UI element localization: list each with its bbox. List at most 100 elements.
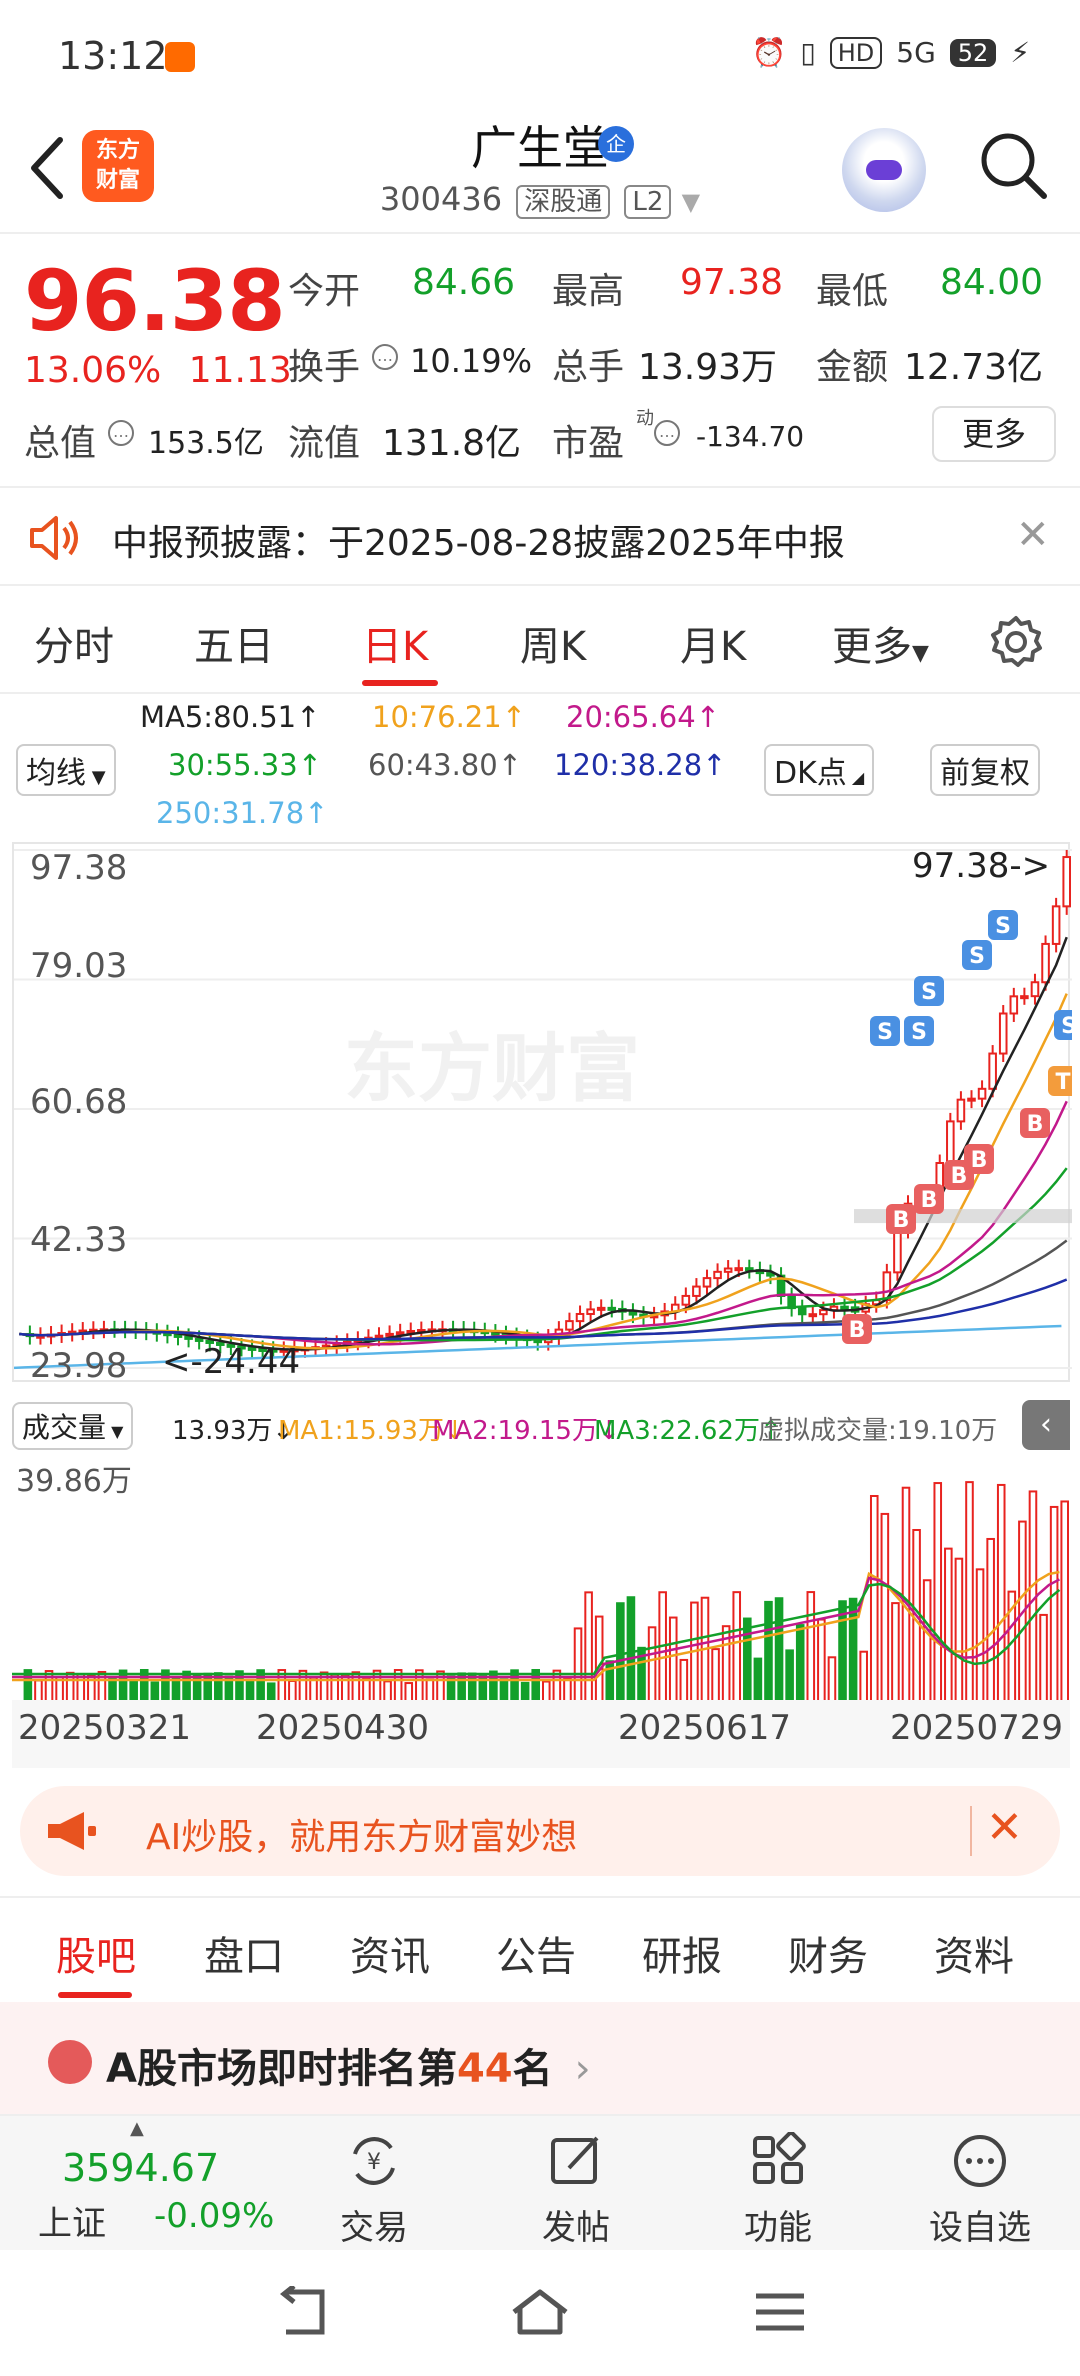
volume-bar	[933, 1482, 943, 1702]
banner-divider	[970, 1806, 972, 1856]
low-value: 84.00	[940, 262, 1044, 303]
candle	[797, 1307, 807, 1316]
volume-canvas	[12, 1481, 1070, 1702]
candle	[713, 1270, 722, 1280]
adjust-selector[interactable]: 前复权	[930, 744, 1040, 796]
volume-bar	[330, 1673, 339, 1702]
active-tab-indicator	[58, 1992, 132, 1998]
grid-icon	[753, 2131, 806, 2184]
close-icon[interactable]: ✕	[986, 1802, 1023, 1853]
tab-news[interactable]: 资讯	[350, 1924, 430, 1982]
hd-icon: HD	[829, 36, 883, 69]
nav-post[interactable]: 发帖	[506, 2132, 646, 2249]
rank-bar[interactable]: A股市场即时排名第44名 ›	[0, 2002, 1080, 2114]
index-change[interactable]: -0.09%	[154, 2196, 274, 2236]
candle	[808, 1313, 818, 1318]
volume-chart[interactable]: 39.86万	[12, 1452, 1070, 1702]
tab-daily-k[interactable]: 日K	[362, 614, 428, 672]
collapse-chevron-icon[interactable]: ‹	[1022, 1400, 1070, 1450]
tab-five-day[interactable]: 五日	[194, 614, 274, 672]
volume-bar	[108, 1677, 117, 1702]
candle	[681, 1294, 691, 1306]
info-icon[interactable]: …	[108, 420, 134, 446]
candle	[819, 1309, 828, 1316]
nav-trade[interactable]: ¥ 交易	[304, 2132, 444, 2249]
info-icon[interactable]: …	[654, 420, 680, 446]
volume-bar	[647, 1626, 657, 1702]
nav-add-watchlist[interactable]: 设自选	[910, 2132, 1050, 2249]
more-button[interactable]: 更多	[932, 406, 1056, 462]
search-button[interactable]	[974, 126, 1054, 206]
market-tag: 深股通	[516, 185, 611, 219]
nav-functions[interactable]: 功能	[708, 2131, 848, 2249]
tab-pankou[interactable]: 盘口	[204, 1924, 284, 1982]
volume-bar	[383, 1680, 392, 1702]
volume-bar	[1060, 1500, 1070, 1702]
sell-signal-text: S	[911, 1020, 927, 1045]
corner-caret-icon: ◢	[846, 768, 865, 787]
system-home-icon[interactable]	[508, 2286, 572, 2338]
close-icon[interactable]: ✕	[1016, 512, 1050, 558]
amount-label: 金额	[816, 347, 889, 388]
ma250-value: 250:31.78↑	[156, 796, 329, 830]
volume-bar	[922, 1579, 932, 1702]
candle	[977, 1087, 987, 1100]
tabs-divider	[0, 692, 1080, 694]
tab-weekly-k[interactable]: 周K	[520, 614, 586, 672]
notification-app-icon	[165, 42, 195, 72]
active-tab-indicator	[362, 680, 438, 686]
header-divider	[0, 232, 1080, 234]
candle	[692, 1285, 701, 1297]
volume-indicator-selector[interactable]: 成交量 ▼	[12, 1402, 134, 1450]
tab-guba[interactable]: 股吧	[56, 1924, 136, 1982]
volume-header: 成交量 ▼ 13.93万↓ MA1:15.93万↓ MA2:19.15万↓ MA…	[12, 1398, 1070, 1454]
candle	[998, 1012, 1008, 1055]
sell-signal-text: S	[969, 944, 985, 969]
tab-monthly-k[interactable]: 月K	[680, 614, 746, 672]
system-menu-icon[interactable]	[752, 2290, 808, 2334]
index-name[interactable]: 上证	[38, 2196, 106, 2245]
tab-intraday[interactable]: 分时	[34, 614, 114, 672]
candle	[1020, 995, 1029, 1000]
candle	[385, 1332, 394, 1337]
index-value[interactable]: 3594.67	[62, 2146, 219, 2190]
dk-label: DK点	[774, 756, 847, 791]
buy-signal-text: B	[893, 1208, 910, 1233]
edit-icon	[551, 2136, 599, 2184]
gear-icon[interactable]	[988, 614, 1044, 670]
ai-banner[interactable]: AI炒股，就用东方财富妙想 ✕	[20, 1786, 1060, 1876]
system-back-icon[interactable]	[272, 2286, 328, 2338]
turnover-value: 10.19%	[410, 342, 533, 380]
change-amount: 11.13	[188, 350, 292, 391]
date-label-2: 20250430	[256, 1708, 430, 1748]
volume-selector-label: 成交量	[22, 1411, 107, 1444]
status-bar: 13:12 ⏰ ▯ HD 5G 52 ⚡	[0, 0, 1080, 110]
candle	[1051, 905, 1061, 945]
volume-bar	[848, 1597, 858, 1702]
kline-chart[interactable]: 东方财富 SSSSSSBBBBBBT 97.38 79.03 60.68 42.…	[12, 842, 1072, 1386]
dk-point-selector[interactable]: DK点 ◢	[764, 744, 875, 796]
ma-line	[19, 936, 1068, 1351]
tab-finance[interactable]: 财务	[788, 1924, 868, 1982]
high-marker: 97.38->	[912, 846, 1051, 886]
buy-signal-text: B	[921, 1188, 938, 1213]
volume-bar	[743, 1617, 752, 1702]
notice-bar[interactable]: 中报预披露：于2025-08-28披露2025年中报 ✕	[0, 486, 1080, 586]
tab-research[interactable]: 研报	[642, 1924, 722, 1982]
caret-up-icon[interactable]: ▲	[130, 2118, 144, 2139]
date-label-3: 20250617	[618, 1708, 792, 1748]
info-icon[interactable]: …	[372, 344, 398, 370]
date-label-1: 20250321	[18, 1708, 192, 1748]
nav-trade-label: 交易	[340, 2208, 408, 2248]
volume-bar	[118, 1669, 128, 1702]
pe-dynamic-mark: 动	[636, 408, 654, 429]
mktcap-label: 总值	[24, 423, 97, 464]
ma-selector[interactable]: 均线 ▼	[16, 744, 116, 796]
tab-announcements[interactable]: 公告	[496, 1924, 576, 1982]
ma5-value: MA5:80.51↑	[140, 700, 321, 734]
tab-more[interactable]: 更多▼	[832, 614, 929, 672]
charging-icon: ⚡	[1010, 36, 1030, 69]
sell-signal-text: S	[1061, 1014, 1072, 1039]
tab-profile[interactable]: 资料	[934, 1924, 1014, 1982]
bottom-nav: ▲ 3594.67 上证 -0.09% ¥ 交易 发帖 功能 设自选	[0, 2114, 1080, 2250]
